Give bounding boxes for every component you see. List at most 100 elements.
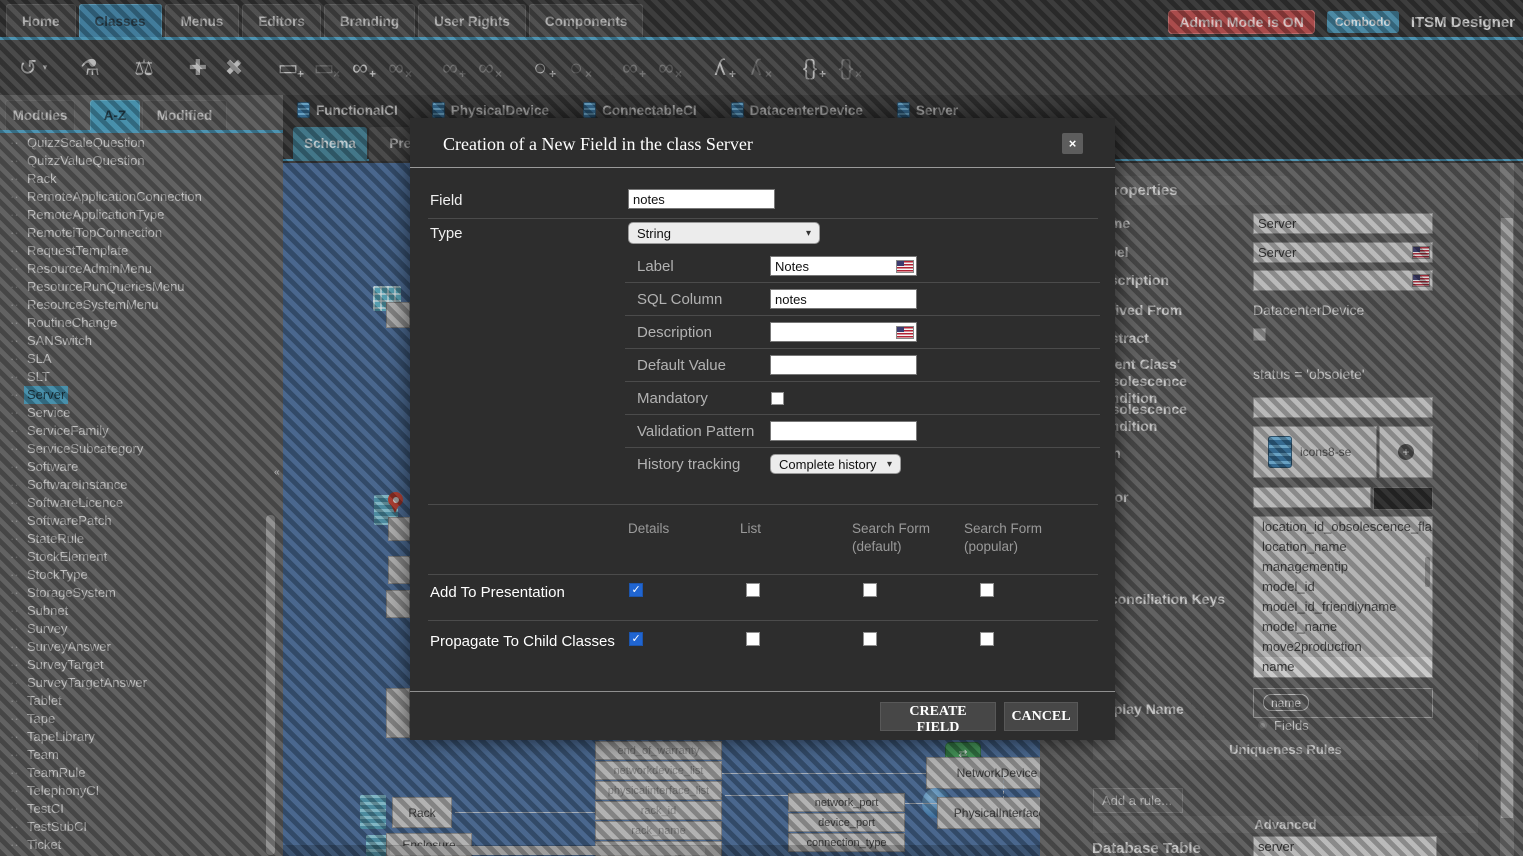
sidebar-class-item[interactable]: SoftwarePatch: [0, 512, 283, 530]
add-class-button[interactable]: ✚: [184, 55, 212, 81]
close-icon[interactable]: ×: [1062, 133, 1083, 154]
topnav-tab[interactable]: Components: [529, 4, 644, 37]
list-scrollbar[interactable]: [1425, 557, 1430, 587]
sidebar-class-item[interactable]: RoutineChange: [0, 314, 283, 332]
add-link-button[interactable]: ∞+: [346, 55, 374, 81]
cancel-button[interactable]: CANCEL: [1004, 702, 1078, 731]
display-name-chip[interactable]: name: [1263, 694, 1309, 711]
scrollbar-thumb[interactable]: [1501, 218, 1513, 818]
sidebar-class-item[interactable]: Server: [0, 386, 283, 404]
type-select[interactable]: String▾: [628, 222, 820, 244]
port-attribute-row[interactable]: device_port: [788, 813, 905, 832]
remove-field-button[interactable]: ▭×: [310, 55, 338, 81]
remove-lifecycle-button[interactable]: ○×: [562, 55, 590, 81]
topnav-tab[interactable]: User Rights: [418, 4, 526, 37]
scrollbar-thumb[interactable]: [390, 846, 705, 855]
remove-node-button[interactable]: ʎ×: [742, 55, 770, 81]
topnav-tab[interactable]: Home: [6, 4, 76, 37]
reconciliation-key-item[interactable]: managementip: [1254, 557, 1432, 577]
sidebar-class-item[interactable]: SurveyTargetAnswer: [0, 674, 283, 692]
color-input[interactable]: [1253, 487, 1371, 508]
reconciliation-key-item[interactable]: model_name: [1254, 617, 1432, 637]
sidebar-class-item[interactable]: SoftwareInstance: [0, 476, 283, 494]
add-to-presentation-details-checkbox[interactable]: [629, 583, 643, 597]
add-external-key-button[interactable]: ∞+: [436, 55, 464, 81]
sidebar-class-item[interactable]: SLT: [0, 368, 283, 386]
sidebar-tab-modified[interactable]: Modified: [142, 100, 227, 130]
add-to-presentation-search-default-checkbox[interactable]: [863, 583, 877, 597]
sidebar-class-item[interactable]: TapeLibrary: [0, 728, 283, 746]
sidebar-class-item[interactable]: StorageSystem: [0, 584, 283, 602]
sidebar-class-item[interactable]: Ticket: [0, 836, 283, 854]
create-field-button[interactable]: CREATE FIELD: [880, 702, 996, 731]
sidebar-class-item[interactable]: TestSubCI: [0, 818, 283, 836]
sidebar-class-item[interactable]: SurveyAnswer: [0, 638, 283, 656]
description-input[interactable]: [1253, 270, 1433, 291]
sidebar-class-item[interactable]: TeamRule: [0, 764, 283, 782]
sidebar-tab-modules[interactable]: Modules: [5, 100, 75, 130]
sidebar-class-item[interactable]: Team: [0, 746, 283, 764]
sidebar-class-item[interactable]: SANSwitch: [0, 332, 283, 350]
undo-button[interactable]: ↺: [14, 55, 42, 81]
validation-pattern-input[interactable]: [770, 421, 917, 441]
compare-icon[interactable]: ⚖: [130, 55, 158, 81]
propagate-details-checkbox[interactable]: [629, 632, 643, 646]
display-name-box[interactable]: name: [1253, 688, 1433, 718]
undo-menu-caret[interactable]: ▾: [40, 62, 50, 73]
add-relation-button[interactable]: ∞+: [616, 55, 644, 81]
topnav-tab[interactable]: Menus: [165, 4, 240, 37]
reconciliation-key-item[interactable]: location_id_obsolescence_flag: [1254, 517, 1432, 537]
database-table-input[interactable]: [1253, 836, 1437, 856]
reconciliation-key-item[interactable]: model_id_friendlyname: [1254, 597, 1432, 617]
sidebar-class-item[interactable]: RequestTemplate: [0, 242, 283, 260]
reconciliation-key-item[interactable]: model_id: [1254, 577, 1432, 597]
fields-radio-icon[interactable]: [1258, 721, 1267, 730]
sidebar-tab-az[interactable]: A-Z: [90, 100, 140, 130]
attribute-row[interactable]: end_of_warranty: [595, 741, 722, 760]
remove-external-key-button[interactable]: ∞×: [472, 55, 500, 81]
sql-column-input[interactable]: [770, 289, 917, 309]
add-field-button[interactable]: ▭+: [274, 55, 302, 81]
abstract-checkbox[interactable]: [1253, 328, 1266, 341]
sidebar-class-item[interactable]: RemoteApplicationType: [0, 206, 283, 224]
add-method-button[interactable]: {}+: [796, 55, 824, 81]
rack-entity-box[interactable]: Rack: [392, 797, 452, 828]
attribute-row[interactable]: rack_name: [595, 821, 722, 840]
add-to-presentation-search-popular-checkbox[interactable]: [980, 583, 994, 597]
sidebar-collapse-handle[interactable]: «: [274, 467, 280, 478]
reconciliation-key-item[interactable]: location_name: [1254, 537, 1432, 557]
reconciliation-keys-list[interactable]: location_id_obsolescence_flaglocation_na…: [1253, 516, 1433, 678]
description-input[interactable]: [770, 322, 917, 342]
class-tab[interactable]: PhysicalDevice: [432, 102, 549, 118]
sandbox-icon[interactable]: ⚗: [76, 55, 104, 81]
port-attribute-row[interactable]: network_port: [788, 793, 905, 812]
sidebar-class-item[interactable]: SLA: [0, 350, 283, 368]
sidebar-class-item[interactable]: RemoteApplicationConnection: [0, 188, 283, 206]
remove-relation-button[interactable]: ∞×: [652, 55, 680, 81]
remove-link-button[interactable]: ∞×: [382, 55, 410, 81]
sidebar-class-item[interactable]: Survey: [0, 620, 283, 638]
color-swatch[interactable]: [1373, 487, 1433, 510]
sidebar-class-item[interactable]: RemoteiTopConnection: [0, 224, 283, 242]
class-tab[interactable]: DatacenterDevice: [731, 102, 863, 118]
sidebar-class-item[interactable]: Tape: [0, 710, 283, 728]
class-tab[interactable]: ConnectableCI: [583, 102, 697, 118]
attribute-row[interactable]: physicalinterface_list: [595, 781, 722, 800]
topnav-tab[interactable]: Branding: [324, 4, 415, 37]
label-input[interactable]: [1253, 242, 1433, 263]
add-lifecycle-button[interactable]: ○+: [526, 55, 554, 81]
icon-upload-button[interactable]: +: [1379, 426, 1433, 478]
sidebar-class-item[interactable]: StockElement: [0, 548, 283, 566]
reconciliation-key-item[interactable]: move2production: [1254, 637, 1432, 657]
sidebar-class-item[interactable]: StateRule: [0, 530, 283, 548]
sidebar-class-item[interactable]: SoftwareLicence: [0, 494, 283, 512]
name-input[interactable]: [1253, 213, 1433, 234]
propagate-search-popular-checkbox[interactable]: [980, 632, 994, 646]
sidebar-class-item[interactable]: ResourceSystemMenu: [0, 296, 283, 314]
attribute-row[interactable]: networkdevice_list: [595, 761, 722, 780]
sidebar-scrollbar[interactable]: [266, 515, 275, 855]
sidebar-class-item[interactable]: Software: [0, 458, 283, 476]
topnav-tab[interactable]: Editors: [242, 4, 321, 37]
sidebar-class-item[interactable]: QuizzScaleQuestion: [0, 134, 283, 152]
delete-class-button[interactable]: ✖: [220, 55, 248, 81]
